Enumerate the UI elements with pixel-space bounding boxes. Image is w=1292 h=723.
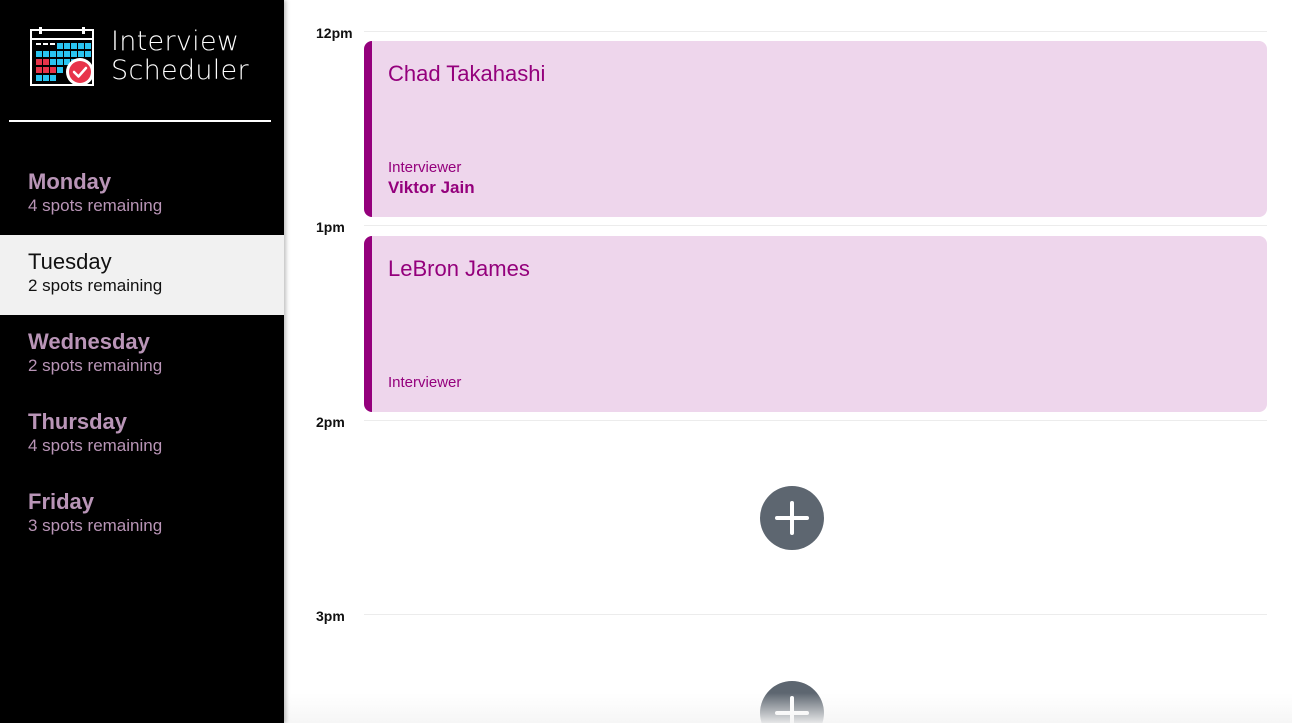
day-name: Friday [28,489,95,514]
day-list: Monday 4 spots remaining Tuesday 2 spots… [0,155,284,555]
calendar-check-icon [30,27,94,86]
time-label-2pm: 2pm [316,414,345,430]
appointment-card[interactable]: LeBron James Interviewer [364,236,1267,412]
time-label-3pm: 3pm [316,608,345,624]
time-label-12pm: 12pm [316,25,353,41]
appointment-student: Chad Takahashi [388,61,546,86]
app-title: Interview Scheduler [111,27,249,85]
time-divider [364,31,1267,32]
day-name: Tuesday [28,249,112,274]
sidebar: Interview Scheduler Monday 4 spots remai… [0,0,284,723]
app-title-line2: Scheduler [111,55,249,86]
plus-icon [790,696,794,723]
day-item-thursday[interactable]: Thursday 4 spots remaining [0,395,284,475]
day-name: Monday [28,169,112,194]
day-spots: 2 spots remaining [28,356,163,375]
add-appointment-button[interactable] [760,681,824,723]
day-name: Thursday [28,409,128,434]
day-spots: 3 spots remaining [28,516,163,535]
appointment-interviewer-label: Interviewer [388,159,462,176]
app-root: Interview Scheduler Monday 4 spots remai… [0,0,1292,723]
day-item-wednesday[interactable]: Wednesday 2 spots remaining [0,315,284,395]
plus-icon [790,501,794,535]
sidebar-divider [9,120,271,122]
day-spots: 2 spots remaining [28,276,163,295]
app-title-line1: Interview [111,26,240,57]
time-label-1pm: 1pm [316,219,345,235]
day-spots: 4 spots remaining [28,196,163,215]
appointment-interviewer-name: Viktor Jain [388,178,475,197]
day-spots: 4 spots remaining [28,436,163,455]
brand: Interview Scheduler [30,27,270,91]
day-item-monday[interactable]: Monday 4 spots remaining [0,155,284,235]
day-name: Wednesday [28,329,150,354]
appointment-interviewer-label: Interviewer [388,374,462,391]
time-divider [364,225,1267,226]
add-appointment-button[interactable] [760,486,824,550]
day-item-friday[interactable]: Friday 3 spots remaining [0,475,284,555]
time-divider [364,614,1267,615]
appointment-student: LeBron James [388,256,530,281]
time-divider [364,420,1267,421]
day-item-tuesday[interactable]: Tuesday 2 spots remaining [0,235,284,315]
schedule: 12pm Chad Takahashi Interviewer Viktor J… [284,0,1292,723]
appointment-card[interactable]: Chad Takahashi Interviewer Viktor Jain [364,41,1267,217]
